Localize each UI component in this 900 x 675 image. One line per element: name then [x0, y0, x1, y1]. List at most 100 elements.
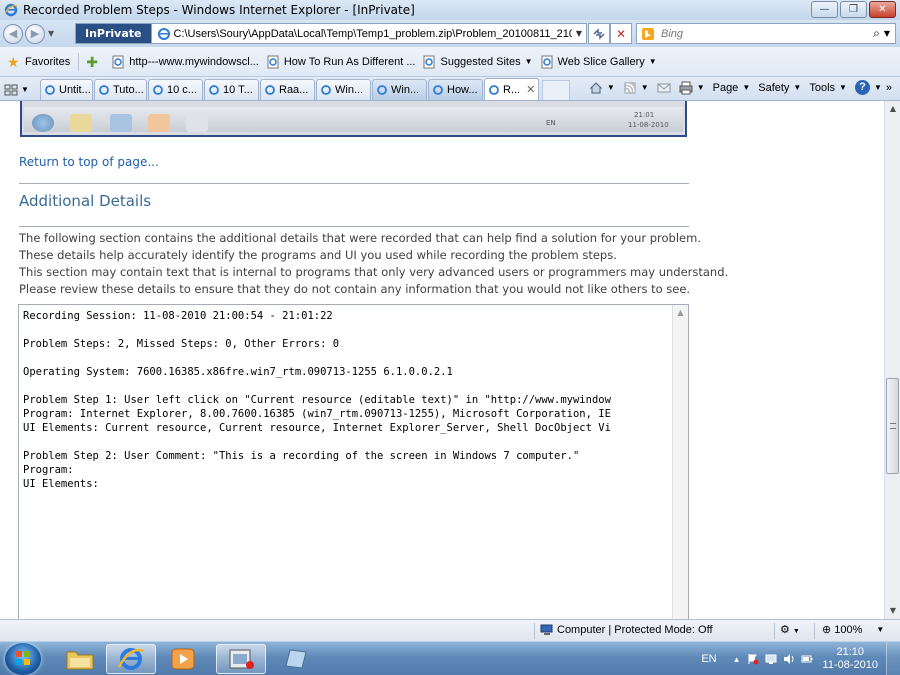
- details-text[interactable]: Recording Session: 11-08-2010 21:00:54 -…: [23, 309, 673, 491]
- close-button[interactable]: ✕: [869, 1, 896, 18]
- protected-mode-icon[interactable]: ⚙ ▼: [780, 623, 800, 636]
- tab-label: Untit...: [59, 84, 91, 96]
- zoom-control[interactable]: ⊕ 100% ▼: [822, 623, 884, 637]
- description-line: This section may contain text that is in…: [19, 265, 729, 279]
- volume-icon[interactable]: [783, 653, 795, 665]
- start-button[interactable]: [5, 643, 41, 675]
- grip-icon: [890, 423, 896, 429]
- back-button[interactable]: ◀: [3, 23, 23, 44]
- scroll-up-icon[interactable]: ▲: [673, 305, 688, 321]
- stop-button[interactable]: ✕: [610, 23, 632, 44]
- command-bar: ▼ ▼ ▼ Page ▼ Safety ▼ Tools ▼ ? ▼ »: [581, 80, 892, 95]
- status-separator: [534, 623, 535, 639]
- details-scrollbar[interactable]: ▲: [672, 305, 688, 619]
- return-to-top-link[interactable]: Return to top of page...: [19, 155, 159, 169]
- tab-label: Win...: [391, 84, 420, 96]
- page-scrollbar[interactable]: ▲ ▼: [884, 101, 900, 619]
- ie-page-icon: [489, 84, 499, 95]
- title-bar: Recorded Problem Steps - Windows Interne…: [0, 0, 900, 20]
- maximize-button[interactable]: ❐: [840, 1, 867, 18]
- page-content: EN 21:01 11-08-2010 Return to top of pag…: [0, 101, 884, 619]
- taskbar-problem-steps-recorder[interactable]: [216, 644, 266, 674]
- tab-win-2[interactable]: Win...: [372, 79, 427, 100]
- address-box[interactable]: InPrivate C:\Users\Soury\AppData\Local\T…: [75, 23, 587, 44]
- clock-time: 21:10: [836, 646, 865, 658]
- new-tab-button[interactable]: [542, 80, 570, 100]
- security-zone[interactable]: Computer | Protected Mode: Off: [540, 623, 713, 637]
- scroll-down-icon[interactable]: ▼: [885, 603, 900, 619]
- tab-10t[interactable]: 10 T...: [204, 79, 259, 100]
- favorite-link-mywindows[interactable]: http---www.mywindowscl...: [111, 55, 259, 69]
- search-icon[interactable]: ⌕: [873, 26, 880, 41]
- tab-recorded-problem-steps[interactable]: R... ✕: [484, 78, 539, 100]
- clock[interactable]: 21:10 11-08-2010: [823, 646, 878, 672]
- network-icon[interactable]: [765, 653, 777, 665]
- quick-tabs-button[interactable]: ▼: [4, 79, 36, 100]
- page-menu[interactable]: Page ▼: [713, 82, 751, 94]
- section-heading: Additional Details: [19, 192, 152, 210]
- thumbnail-lang: EN: [546, 119, 556, 127]
- tab-tutorial[interactable]: Tuto...: [94, 79, 147, 100]
- divider: [19, 183, 689, 184]
- chevron-down-icon: ▼: [793, 83, 802, 92]
- help-menu[interactable]: ? ▼: [854, 80, 882, 95]
- add-to-favorites-bar-button[interactable]: ✚: [86, 55, 104, 69]
- address-dropdown-icon[interactable]: ▼: [572, 29, 586, 38]
- recent-pages-dropdown[interactable]: ▼: [48, 29, 54, 38]
- tab-10c[interactable]: 10 c...: [148, 79, 203, 100]
- language-indicator[interactable]: EN: [701, 653, 716, 665]
- thumbnail-date: 11-08-2010: [628, 121, 669, 129]
- minimize-button[interactable]: —: [811, 1, 838, 18]
- read-mail-button[interactable]: [657, 81, 671, 95]
- print-button[interactable]: ▼: [679, 81, 705, 95]
- safety-menu-label: Safety: [758, 81, 790, 94]
- internet-explorer-icon: [4, 3, 18, 17]
- favorites-label: Favorites: [25, 55, 71, 68]
- show-hidden-icons-icon[interactable]: ▲: [733, 655, 741, 664]
- tab-raa[interactable]: Raa...: [260, 79, 315, 100]
- tools-menu[interactable]: Tools ▼: [809, 82, 847, 94]
- favorites-bar: ★ Favorites ✚ http---www.mywindowscl... …: [0, 47, 900, 77]
- address-url[interactable]: C:\Users\Soury\AppData\Local\Temp\Temp1_…: [174, 28, 573, 40]
- stop-icon: ✕: [615, 26, 627, 41]
- search-options-dropdown-icon[interactable]: ▼: [884, 29, 890, 38]
- favorite-link-run-as[interactable]: How To Run As Different ...: [266, 55, 415, 69]
- web-slice-gallery-button[interactable]: Web Slice Gallery ▼: [540, 55, 657, 69]
- battery-icon[interactable]: [801, 653, 813, 665]
- show-desktop-button[interactable]: [886, 642, 900, 675]
- recorder-icon: [186, 114, 208, 132]
- tab-untitled[interactable]: Untit...: [40, 79, 93, 100]
- safety-menu[interactable]: Safety ▼: [758, 82, 801, 94]
- forward-button[interactable]: ▶: [25, 23, 45, 44]
- chevron-down-icon: ▼: [648, 57, 657, 66]
- favorites-button[interactable]: ★ Favorites: [7, 55, 70, 69]
- home-button[interactable]: ▼: [589, 81, 615, 95]
- internet-explorer-icon: [110, 114, 132, 132]
- favorites-star-icon: ★: [7, 53, 20, 70]
- taskbar-media-player[interactable]: [158, 644, 208, 674]
- search-input[interactable]: Bing: [661, 28, 873, 40]
- command-bar-chevron[interactable]: »: [886, 82, 892, 94]
- status-bar: Computer | Protected Mode: Off ⚙ ▼ ⊕ 100%…: [0, 619, 900, 641]
- chevron-down-icon: ▼: [640, 83, 649, 92]
- close-tab-icon[interactable]: ✕: [526, 83, 535, 96]
- computer-icon: [540, 624, 553, 635]
- feeds-button[interactable]: ▼: [623, 81, 649, 95]
- taskbar-internet-explorer[interactable]: [106, 644, 156, 674]
- action-center-flag-icon[interactable]: [747, 653, 759, 665]
- compatibility-view-button[interactable]: [588, 23, 610, 44]
- ie-page-icon: [45, 85, 55, 95]
- scroll-up-icon[interactable]: ▲: [885, 101, 900, 117]
- tab-win-1[interactable]: Win...: [316, 79, 371, 100]
- taskbar-notepad[interactable]: [270, 644, 320, 674]
- clock-date: 11-08-2010: [822, 659, 878, 671]
- taskbar-windows-explorer[interactable]: [55, 644, 105, 674]
- search-box[interactable]: Bing ⌕ ▼: [636, 23, 896, 44]
- folder-icon: [66, 651, 94, 670]
- tab-how[interactable]: How...: [428, 79, 483, 100]
- details-textbox[interactable]: Recording Session: 11-08-2010 21:00:54 -…: [18, 304, 689, 619]
- suggested-sites-button[interactable]: Suggested Sites ▼: [422, 55, 533, 69]
- zoom-level: 100%: [834, 623, 863, 636]
- tab-list-dropdown-icon[interactable]: ▼: [21, 85, 29, 94]
- scrollbar-thumb[interactable]: [886, 378, 899, 474]
